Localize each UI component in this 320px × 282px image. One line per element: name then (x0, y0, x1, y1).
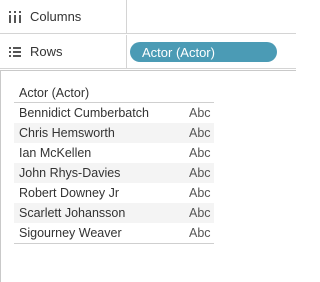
rows-shelf-label: Rows (30, 44, 63, 59)
actor-name: Sigourney Weaver (19, 226, 122, 240)
columns-shelf-label: Columns (30, 9, 82, 24)
actor-name: Ian McKellen (19, 146, 92, 160)
table-row[interactable]: Robert Downey Jr Abc (14, 183, 214, 203)
table-bottom-border (14, 243, 214, 244)
actor-name: Scarlett Johansson (19, 206, 126, 220)
abc-cell-value: Abc (189, 186, 211, 200)
abc-cell-value: Abc (189, 146, 211, 160)
table-row[interactable]: Chris Hemsworth Abc (14, 123, 214, 143)
actor-name: Chris Hemsworth (19, 126, 115, 140)
abc-cell-value: Abc (189, 126, 211, 140)
actor-name: John Rhys-Davies (19, 166, 121, 180)
columns-shelf-label-cell: Columns (0, 0, 127, 33)
rows-shelf: Rows Actor (Actor) (0, 35, 296, 69)
actor-name: Bennidict Cumberbatch (19, 106, 149, 120)
actor-field-pill[interactable]: Actor (Actor) (130, 42, 277, 62)
table-row[interactable]: Sigourney Weaver Abc (14, 223, 214, 243)
abc-cell-value: Abc (189, 226, 211, 240)
actor-name: Robert Downey Jr (19, 186, 120, 200)
abc-cell-value: Abc (189, 206, 211, 220)
columns-shelf: Columns (0, 0, 296, 34)
table-row[interactable]: Bennidict Cumberbatch Abc (14, 103, 214, 123)
column-header-actor[interactable]: Actor (Actor) (14, 83, 214, 103)
worksheet-view: Actor (Actor) Bennidict Cumberbatch Abc … (0, 70, 296, 282)
columns-shelf-icon (8, 10, 22, 24)
table-row[interactable]: Ian McKellen Abc (14, 143, 214, 163)
table-row[interactable]: John Rhys-Davies Abc (14, 163, 214, 183)
rows-shelf-drop-area[interactable]: Actor (Actor) (128, 35, 296, 68)
abc-cell-value: Abc (189, 106, 211, 120)
actor-field-pill-label: Actor (Actor) (142, 44, 215, 60)
table-row[interactable]: Scarlett Johansson Abc (14, 203, 214, 223)
abc-cell-value: Abc (189, 166, 211, 180)
columns-shelf-drop-area[interactable] (128, 0, 296, 33)
rows-shelf-label-cell: Rows (0, 35, 127, 68)
text-table: Actor (Actor) Bennidict Cumberbatch Abc … (14, 83, 214, 244)
rows-shelf-icon (8, 45, 22, 59)
